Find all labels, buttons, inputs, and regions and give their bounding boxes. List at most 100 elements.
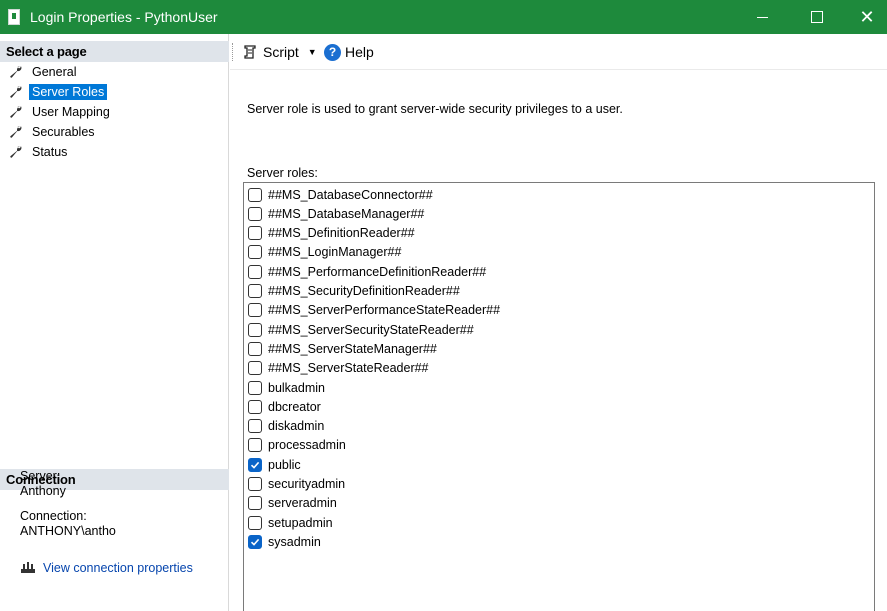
role-checkbox[interactable]: [248, 399, 262, 414]
server-role-item[interactable]: ##MS_PerformanceDefinitionReader##: [248, 262, 486, 281]
role-name: sysadmin: [268, 534, 321, 549]
window-title: Login Properties - PythonUser: [30, 9, 218, 25]
sidebar-item-label: Server Roles: [29, 84, 108, 100]
connection-value: ANTHONY\antho: [20, 524, 116, 538]
role-name: diskadmin: [268, 419, 325, 434]
role-checkbox[interactable]: [248, 284, 262, 298]
role-checkbox[interactable]: [248, 361, 262, 376]
main-content: Server role is used to grant server-wide…: [230, 71, 887, 611]
sidebar-item-securables[interactable]: Securables: [0, 122, 229, 142]
server-role-item[interactable]: ##MS_ServerPerformanceStateReader##: [248, 301, 500, 320]
title-bar: Login Properties - PythonUser ✕: [0, 0, 887, 34]
server-role-item[interactable]: sysadmin: [248, 532, 321, 551]
server-role-item[interactable]: ##MS_ServerSecurityStateReader##: [248, 320, 474, 339]
server-role-item[interactable]: diskadmin: [248, 417, 324, 436]
role-name: processadmin: [268, 438, 346, 453]
server-role-item[interactable]: ##MS_SecurityDefinitionReader##: [248, 282, 460, 301]
server-role-item[interactable]: bulkadmin: [248, 378, 325, 397]
sidebar-item-label: General: [32, 65, 77, 79]
role-checkbox[interactable]: [248, 515, 262, 530]
role-checkbox[interactable]: [248, 264, 262, 279]
role-name: setupadmin: [268, 515, 333, 530]
role-checkbox[interactable]: [248, 419, 262, 434]
role-checkbox[interactable]: [248, 245, 262, 260]
server-role-item[interactable]: ##MS_ServerStateManager##: [248, 339, 437, 358]
server-role-item[interactable]: dbcreator: [248, 397, 321, 416]
wrench-icon: [9, 145, 23, 159]
connection-label: Connection:: [20, 509, 87, 523]
server-role-item[interactable]: public: [248, 455, 301, 474]
role-checkbox[interactable]: [248, 534, 262, 549]
role-checkbox[interactable]: [248, 206, 262, 221]
close-button[interactable]: ✕: [844, 0, 887, 34]
role-checkbox[interactable]: [248, 226, 262, 241]
role-name: bulkadmin: [268, 380, 325, 395]
app-icon: [8, 9, 20, 25]
server-role-item[interactable]: serveradmin: [248, 494, 337, 513]
role-checkbox[interactable]: [248, 303, 262, 318]
role-name: ##MS_ServerStateManager##: [268, 341, 437, 356]
maximize-icon: [811, 11, 823, 23]
server-role-item[interactable]: ##MS_LoginManager##: [248, 243, 401, 262]
minimize-icon: [756, 16, 768, 18]
server-roles-label: Server roles:: [247, 166, 318, 180]
role-checkbox[interactable]: [248, 457, 262, 472]
minimize-button[interactable]: [739, 0, 785, 34]
role-checkbox[interactable]: [248, 341, 262, 356]
role-name: dbcreator: [268, 399, 321, 414]
sidebar-item-label: Securables: [32, 125, 95, 139]
description-text: Server role is used to grant server-wide…: [247, 102, 623, 116]
sidebar-item-label: Status: [32, 145, 68, 159]
role-checkbox[interactable]: [248, 187, 262, 202]
role-checkbox[interactable]: [248, 380, 262, 395]
role-name: ##MS_PerformanceDefinitionReader##: [268, 264, 487, 279]
connection-info: Connection: ANTHONY\antho: [20, 509, 116, 539]
select-page-header: Select a page: [0, 41, 229, 62]
server-role-item[interactable]: ##MS_DatabaseConnector##: [248, 185, 433, 204]
script-icon: [244, 45, 256, 59]
role-checkbox[interactable]: [248, 477, 262, 491]
server-role-item[interactable]: ##MS_ServerStateReader##: [248, 359, 429, 378]
role-name: ##MS_SecurityDefinitionReader##: [268, 284, 460, 298]
chevron-down-icon: ▼: [307, 47, 317, 57]
server-roles-list[interactable]: ##MS_DatabaseConnector## ##MS_DatabaseMan…: [243, 182, 875, 611]
sidebar-item-user-mapping[interactable]: User Mapping: [0, 102, 229, 122]
server-role-item[interactable]: ##MS_DatabaseManager##: [248, 204, 424, 223]
help-label: Help: [345, 44, 374, 60]
sidebar-item-general[interactable]: General: [0, 62, 229, 82]
script-button[interactable]: Script ▼: [242, 42, 317, 62]
role-checkbox[interactable]: [248, 322, 262, 337]
role-name: ##MS_DatabaseConnector##: [268, 187, 433, 202]
server-role-item[interactable]: ##MS_DefinitionReader##: [248, 224, 415, 243]
server-role-item[interactable]: setupadmin: [248, 513, 333, 532]
role-name: ##MS_ServerPerformanceStateReader##: [268, 303, 501, 318]
maximize-button[interactable]: [794, 0, 840, 34]
wrench-icon: [9, 65, 23, 79]
role-checkbox[interactable]: [248, 438, 262, 453]
toolbar: Script ▼ ? Help: [230, 34, 887, 70]
close-icon: ✕: [859, 7, 875, 27]
server-info: Server: Anthony: [20, 469, 66, 499]
page-list: General Server Roles User Mapping Securable…: [0, 62, 229, 162]
role-checkbox[interactable]: [248, 496, 262, 511]
script-label: Script: [263, 44, 299, 60]
role-name: serveradmin: [268, 496, 337, 511]
help-button[interactable]: ? Help: [324, 42, 374, 62]
server-role-item[interactable]: securityadmin: [248, 475, 345, 494]
server-value: Anthony: [20, 484, 66, 498]
role-name: ##MS_LoginManager##: [268, 245, 402, 260]
role-name: securityadmin: [268, 477, 346, 491]
view-connection-properties-link[interactable]: View connection properties: [20, 561, 193, 575]
toolbar-grip: [232, 43, 234, 61]
role-name: public: [268, 457, 301, 472]
server-role-item[interactable]: processadmin: [248, 436, 346, 455]
sidebar-item-status[interactable]: Status: [0, 142, 229, 162]
role-name: ##MS_DatabaseManager##: [268, 206, 425, 221]
wrench-icon: [9, 105, 23, 119]
server-label: Server:: [20, 469, 61, 483]
sidebar-item-server-roles[interactable]: Server Roles: [0, 82, 229, 102]
wrench-icon: [9, 125, 23, 139]
role-name: ##MS_ServerStateReader##: [268, 361, 429, 376]
wrench-icon: [9, 85, 23, 99]
role-name: ##MS_DefinitionReader##: [268, 226, 415, 241]
